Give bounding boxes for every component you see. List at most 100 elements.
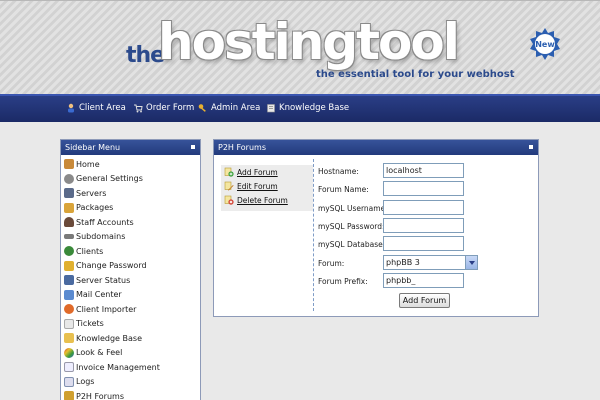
monitor-icon xyxy=(64,275,74,286)
column-divider xyxy=(313,159,314,311)
sidebar-item-p2h-forums[interactable]: P2H Forums xyxy=(64,389,200,400)
logo-tagline: the essential tool for your webhost xyxy=(316,69,515,80)
sidebar-item-label: Clients xyxy=(76,246,104,256)
site-header: the hostingtool the essential tool for y… xyxy=(0,0,600,94)
mysql-database-label: mySQL Database: xyxy=(318,240,386,249)
mysql-password-field[interactable] xyxy=(383,218,464,233)
logo-main-text: hostingtool xyxy=(158,13,460,71)
sidebar-item-invoice-management[interactable]: Invoice Management xyxy=(64,360,200,375)
sidebar-item-servers[interactable]: Servers xyxy=(64,186,200,201)
sidebar-item-general-settings[interactable]: General Settings xyxy=(64,172,200,187)
sidebar-item-label: Subdomains xyxy=(76,232,126,242)
book-icon xyxy=(267,104,275,113)
chevron-down-icon[interactable] xyxy=(465,256,477,269)
nav-label: Order Form xyxy=(146,103,195,113)
main-nav: Client Area Order Form Admin Area Knowle… xyxy=(0,94,600,122)
sidebar-item-label: Logs xyxy=(76,377,95,387)
sidebar-item-label: Mail Center xyxy=(76,290,122,300)
forum-name-label: Forum Name: xyxy=(318,185,369,194)
sidebar-item-staff-accounts[interactable]: Staff Accounts xyxy=(64,215,200,230)
server-icon xyxy=(64,188,74,199)
nav-label: Admin Area xyxy=(211,103,261,113)
collapse-icon[interactable] xyxy=(191,145,195,149)
site-logo[interactable]: the hostingtool the essential tool for y… xyxy=(126,13,560,83)
sidebar-title-bar: Sidebar Menu xyxy=(61,140,200,155)
sidebar-item-label: Staff Accounts xyxy=(76,217,134,227)
ticket-icon xyxy=(64,318,74,329)
hostname-label: Hostname: xyxy=(318,167,359,176)
sidebar-item-label: Change Password xyxy=(76,261,147,271)
sidebar-item-label: Server Status xyxy=(76,275,131,285)
lock-icon xyxy=(64,260,74,271)
sidebar-panel: Sidebar Menu Home General Settings Serve… xyxy=(60,139,201,400)
nav-label: Client Area xyxy=(79,103,126,113)
forum-prefix-field[interactable] xyxy=(383,273,464,288)
sidebar-item-packages[interactable]: Packages xyxy=(64,201,200,216)
mail-icon xyxy=(64,289,74,300)
action-label: Delete Forum xyxy=(237,195,288,205)
main-title-bar: P2H Forums xyxy=(214,140,538,155)
add-forum-button[interactable]: Add Forum xyxy=(399,293,450,308)
nav-knowledge-base[interactable]: Knowledge Base xyxy=(266,103,349,113)
nav-client-area[interactable]: Client Area xyxy=(66,103,126,113)
nav-label: Knowledge Base xyxy=(279,103,350,113)
page-title: P2H Forums xyxy=(218,143,267,152)
sidebar-item-client-importer[interactable]: Client Importer xyxy=(64,302,200,317)
sidebar-item-logs[interactable]: Logs xyxy=(64,375,200,390)
sidebar-item-label: P2H Forums xyxy=(76,391,125,400)
nav-admin-area[interactable]: Admin Area xyxy=(198,103,260,113)
package-icon xyxy=(64,202,74,213)
add-forum-link[interactable]: Add Forum xyxy=(221,165,313,179)
clients-icon xyxy=(64,246,74,257)
forum-icon xyxy=(64,391,74,400)
palette-icon xyxy=(64,347,74,358)
delete-forum-link[interactable]: Delete Forum xyxy=(221,193,313,207)
staff-icon xyxy=(64,217,74,228)
mysql-database-field[interactable] xyxy=(383,236,464,251)
folder-icon xyxy=(64,333,74,344)
new-badge-icon: New xyxy=(530,28,560,60)
edit-forum-link[interactable]: Edit Forum xyxy=(221,179,313,193)
sidebar-title: Sidebar Menu xyxy=(65,143,121,152)
sidebar-item-server-status[interactable]: Server Status xyxy=(64,273,200,288)
forum-select[interactable]: phpBB 3 xyxy=(383,255,478,270)
action-label: Edit Forum xyxy=(237,181,278,191)
forum-label: Forum: xyxy=(318,259,345,268)
sidebar-menu: Home General Settings Servers Packages S… xyxy=(61,155,200,400)
sidebar-item-label: Look & Feel xyxy=(76,348,123,358)
new-badge-label: New xyxy=(535,40,555,49)
add-icon xyxy=(224,167,234,177)
subdomain-icon xyxy=(64,234,74,240)
sidebar-item-knowledge-base[interactable]: Knowledge Base xyxy=(64,331,200,346)
action-label: Add Forum xyxy=(237,167,278,177)
hostname-field[interactable] xyxy=(383,163,464,178)
mysql-username-field[interactable] xyxy=(383,200,464,215)
sidebar-item-label: Invoice Management xyxy=(76,362,160,372)
logs-icon xyxy=(64,376,74,387)
sidebar-item-label: Client Importer xyxy=(76,304,137,314)
home-icon xyxy=(64,159,74,170)
collapse-icon[interactable] xyxy=(529,145,533,149)
sidebar-item-label: Home xyxy=(76,159,100,169)
sidebar-item-label: Knowledge Base xyxy=(76,333,142,343)
delete-icon xyxy=(224,195,234,205)
sidebar-item-label: Servers xyxy=(76,188,107,198)
forum-prefix-label: Forum Prefix: xyxy=(318,277,368,286)
user-icon xyxy=(68,103,74,113)
sidebar-item-home[interactable]: Home xyxy=(64,157,200,172)
sidebar-item-clients[interactable]: Clients xyxy=(64,244,200,259)
nav-order-form[interactable]: Order Form xyxy=(133,103,194,113)
sidebar-item-change-password[interactable]: Change Password xyxy=(64,259,200,274)
sidebar-item-look-feel[interactable]: Look & Feel xyxy=(64,346,200,361)
settings-icon xyxy=(64,173,74,184)
sidebar-item-mail-center[interactable]: Mail Center xyxy=(64,288,200,303)
edit-icon xyxy=(224,181,234,191)
importer-icon xyxy=(64,304,74,315)
forum-name-field[interactable] xyxy=(383,181,464,196)
invoice-icon xyxy=(64,362,74,373)
mysql-password-label: mySQL Password: xyxy=(318,222,385,231)
sidebar-item-tickets[interactable]: Tickets xyxy=(64,317,200,332)
sidebar-item-subdomains[interactable]: Subdomains xyxy=(64,230,200,245)
sidebar-item-label: Packages xyxy=(76,203,114,213)
p2h-forums-panel: P2H Forums Add Forum Edit Forum Delete F… xyxy=(213,139,539,317)
